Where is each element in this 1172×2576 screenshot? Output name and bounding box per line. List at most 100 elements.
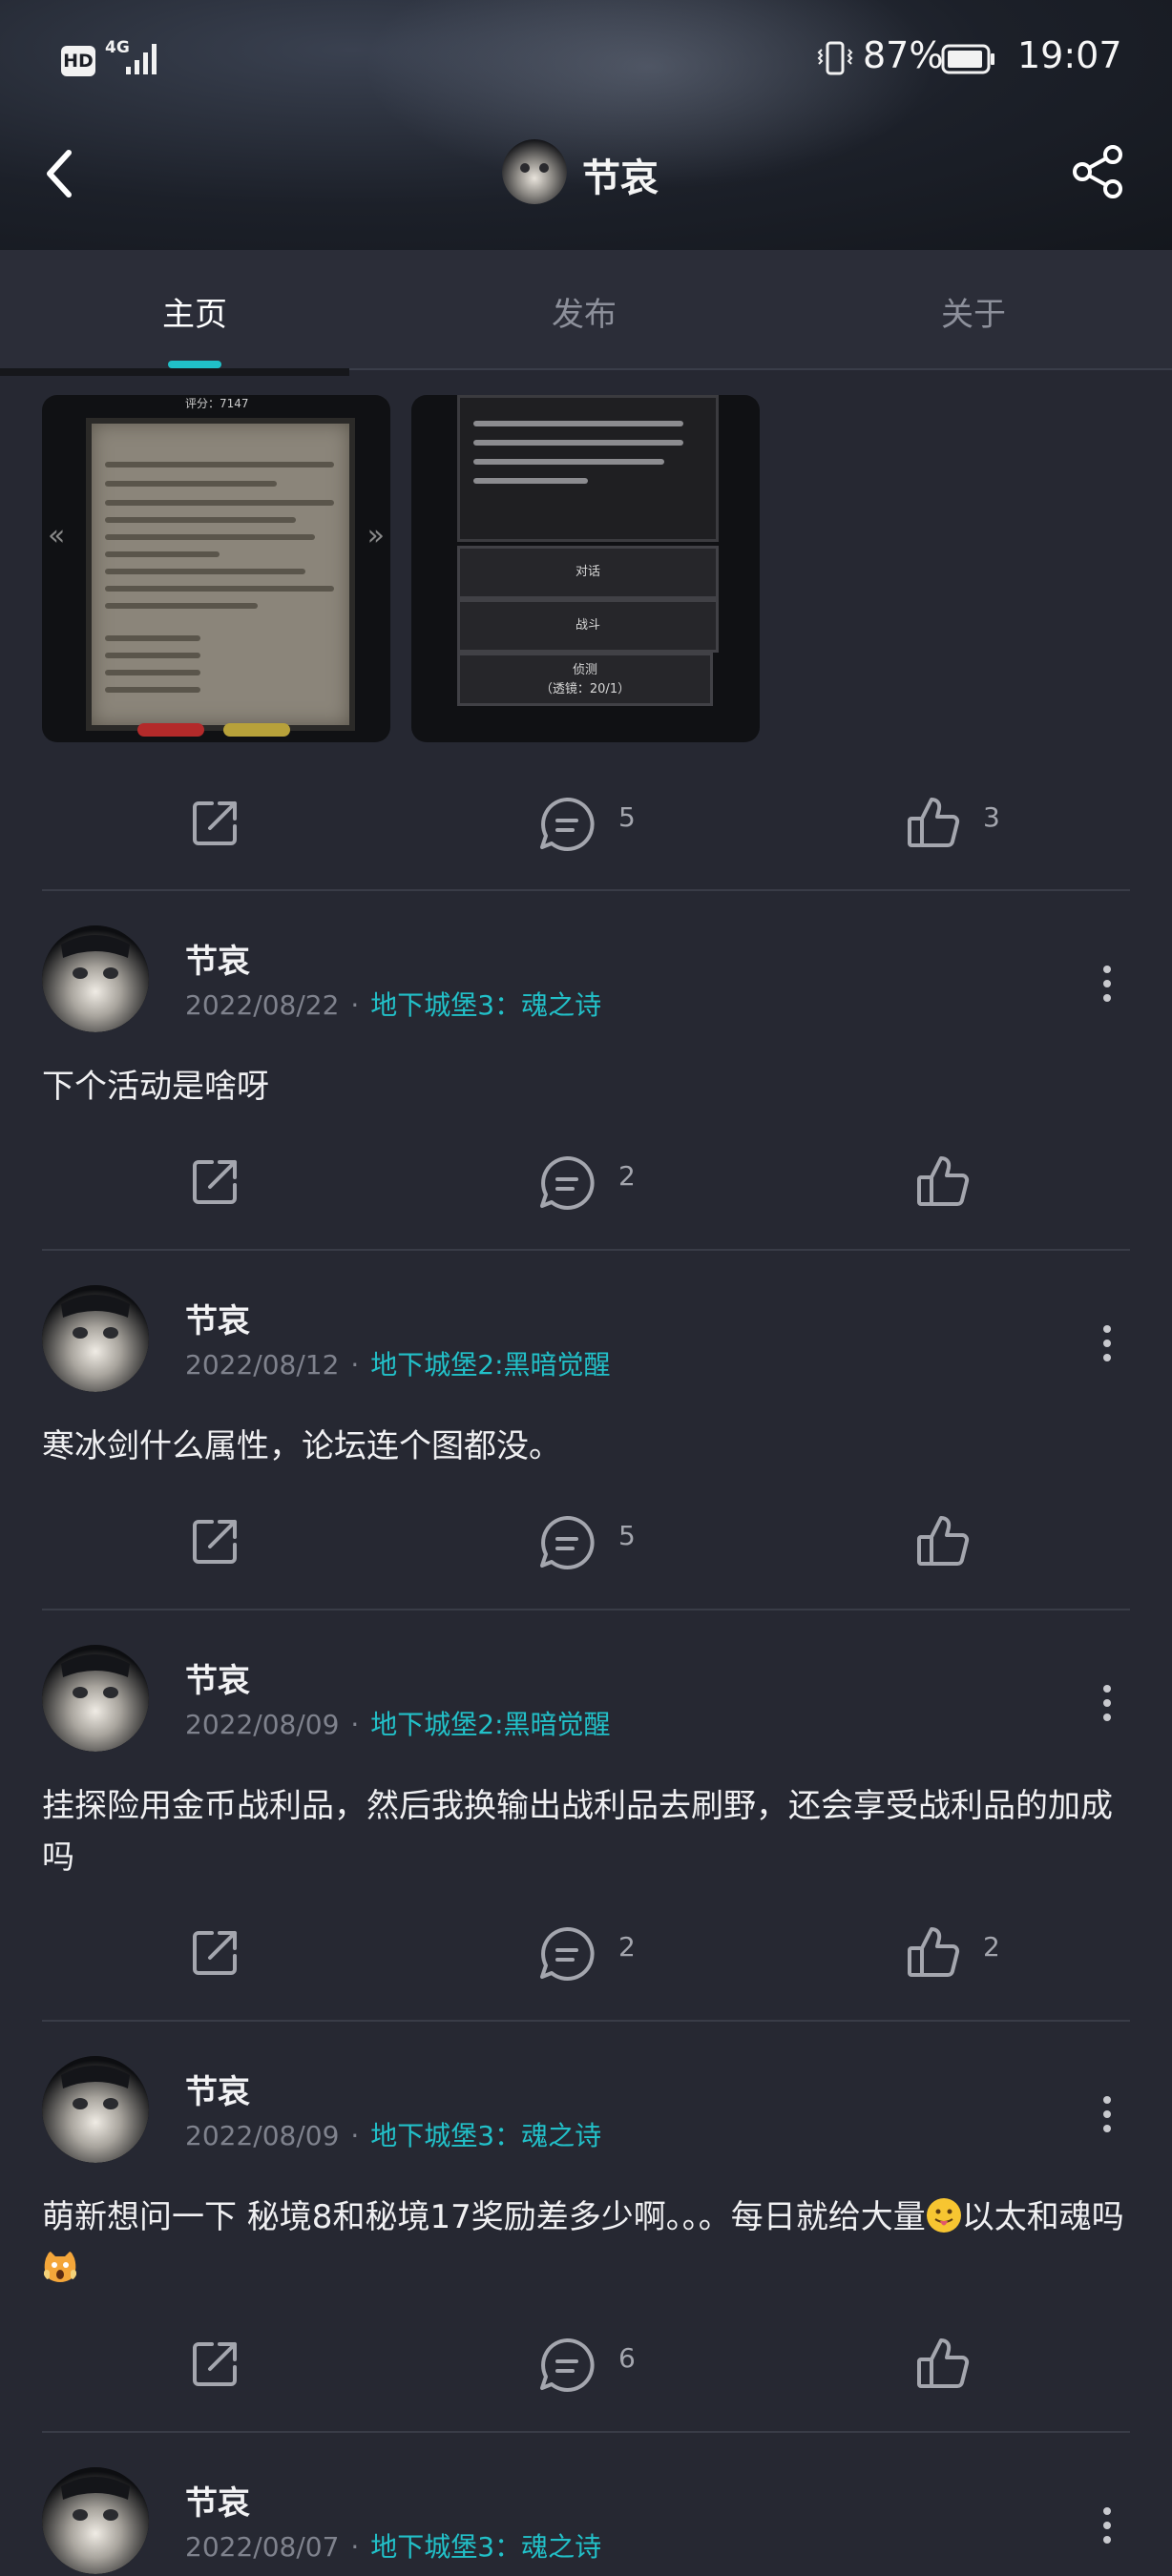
dialog-text-panel [457,395,719,542]
post-actions: 2 [0,1137,1172,1214]
like-button[interactable] [914,1497,1057,1573]
header-title: 节哀 [582,156,659,200]
back-arrow-icon[interactable] [36,143,82,204]
author-name[interactable]: 节哀 [185,1295,250,1341]
more-vertical-icon[interactable] [1096,1319,1119,1367]
like-thumb-icon [917,1156,970,1206]
comment-count: 2 [618,1160,636,1192]
signal-icon [126,44,157,74]
avatar[interactable] [42,1645,149,1752]
author-name[interactable]: 节哀 [185,2066,250,2112]
post-card[interactable]: 节哀 2022/08/07 · 地下城堡3：魂之诗 [0,2467,1172,2576]
like-button[interactable]: 2 [905,1908,1048,1984]
share-button[interactable] [187,1908,250,1984]
game-tag[interactable]: 地下城堡3：魂之诗 [370,989,601,1021]
author-name[interactable]: 节哀 [185,935,250,982]
like-count: 3 [983,801,1000,833]
post-text[interactable]: 寒冰剑什么属性，论坛连个图都没。 [42,1421,1130,1472]
share-out-icon [193,1520,237,1564]
post-text[interactable]: 挂探险用金币战利品，然后我换输出战利品去刷野，还会享受战利品的加成吗 [42,1780,1130,1883]
post-actions: 5 [0,1497,1172,1573]
post-text[interactable]: 萌新想问一下 秘境8和秘境17奖励差多少啊。。。每日就给大量 以太和魂吗 [42,2192,1130,2295]
more-vertical-icon[interactable] [1096,2090,1119,2138]
tab-bar: 主页 发布 关于 [0,250,1172,370]
like-button[interactable] [914,2319,1057,2396]
clock: 19:07 [1017,34,1122,76]
scared-cat-emoji-icon [44,2251,76,2282]
share-button[interactable] [187,2319,250,2396]
avatar[interactable] [42,925,149,1032]
comment-count: 5 [618,801,636,833]
author-name[interactable]: 节哀 [185,2477,250,2524]
author-name[interactable]: 节哀 [185,1654,250,1701]
like-count: 2 [983,1931,1000,1963]
battery-icon [941,44,994,74]
comment-button[interactable]: 5 [536,779,680,855]
post-image-2[interactable]: 对话 战斗 侦测 （透镜：20/1） [411,395,760,742]
post-meta: 2022/08/07 · 地下城堡3：魂之诗 [185,2531,602,2563]
status-bar: HD 4G 87% 19:07 [0,34,1172,84]
like-thumb-icon [917,2338,970,2388]
post-image-strip: 评分：7147 « » 对话 战斗 侦测 （透镜：20/1） [0,368,1172,746]
post-image-1[interactable]: 评分：7147 « » [42,395,390,742]
game-tag[interactable]: 地下城堡2:黑暗觉醒 [370,1349,610,1381]
share-out-icon [193,1160,237,1204]
share-button[interactable] [187,1497,250,1573]
like-button[interactable]: 3 [905,779,1048,855]
chevron-right-icon: » [366,519,385,552]
post-card[interactable]: 节哀 2022/08/09 · 地下城堡2:黑暗觉醒 挂探险用金币战利品，然后我换输… [0,1645,1172,2011]
post-divider [42,2020,1130,2022]
post-meta: 2022/08/22 · 地下城堡3：魂之诗 [185,989,602,1021]
avatar[interactable] [42,1285,149,1392]
like-thumb-icon [917,1516,970,1566]
like-button[interactable] [914,1137,1057,1214]
post-actions: 6 [0,2319,1172,2396]
profile-header: HD 4G 87% 19:07 节哀 [0,0,1172,250]
post-card[interactable]: 节哀 2022/08/22 · 地下城堡3：魂之诗 下个活动是啥呀 2 [0,925,1172,1240]
vibrate-icon [817,41,853,75]
comment-button[interactable]: 5 [536,1497,680,1573]
post-card[interactable]: 节哀 2022/08/12 · 地下城堡2:黑暗觉醒 寒冰剑什么属性，论坛连个图都没… [0,1285,1172,1600]
dialog-button-fight: 战斗 [457,599,719,653]
hp-bar [137,723,204,737]
comment-count: 5 [618,1520,636,1551]
avatar[interactable] [42,2467,149,2574]
avatar[interactable] [42,2056,149,2163]
tab-about[interactable]: 关于 [878,288,1069,335]
post-text-part: 以太和魂吗 [961,2198,1124,2236]
tab-indicator [168,361,221,368]
share-out-icon [193,1931,237,1975]
comment-button[interactable]: 2 [536,1137,680,1214]
comment-button[interactable]: 2 [536,1908,680,1984]
battery-percent: 87% [863,34,944,76]
post-meta: 2022/08/12 · 地下城堡2:黑暗觉醒 [185,1349,611,1381]
post-date: 2022/08/22 [185,989,340,1021]
game-tag[interactable]: 地下城堡3：魂之诗 [370,2531,601,2563]
post-image-3[interactable] [0,368,349,376]
post-divider [42,889,1130,891]
share-network-icon[interactable] [1067,141,1128,202]
game-tag[interactable]: 地下城堡3：魂之诗 [370,2120,601,2151]
post-date: 2022/08/09 [185,1709,340,1740]
more-vertical-icon[interactable] [1096,960,1119,1008]
comment-icon [540,1515,595,1569]
post-meta: 2022/08/09 · 地下城堡3：魂之诗 [185,2120,602,2151]
share-button[interactable] [187,1137,250,1214]
post-card[interactable]: 节哀 2022/08/09 · 地下城堡3：魂之诗 萌新想问一下 秘境8和秘境17奖… [0,2056,1172,2422]
post-text[interactable]: 下个活动是啥呀 [42,1061,1130,1112]
comment-icon [540,2337,595,2392]
hd-badge: HD [61,46,95,76]
mp-bar [223,723,290,737]
game-tag[interactable]: 地下城堡2:黑暗觉醒 [370,1709,610,1740]
share-out-icon [193,801,237,845]
comment-button[interactable]: 6 [536,2319,680,2396]
more-vertical-icon[interactable] [1096,2502,1119,2549]
like-thumb-icon [908,798,960,847]
post-text-part: 萌新想问一下 秘境8和秘境17奖励差多少啊。。。每日就给大量 [42,2198,926,2236]
more-vertical-icon[interactable] [1096,1679,1119,1727]
game-score: 评分：7147 [185,397,249,410]
tab-posts[interactable]: 发布 [489,288,680,335]
tab-home[interactable]: 主页 [99,288,290,335]
share-button[interactable] [187,779,250,855]
post-date: 2022/08/09 [185,2120,340,2151]
